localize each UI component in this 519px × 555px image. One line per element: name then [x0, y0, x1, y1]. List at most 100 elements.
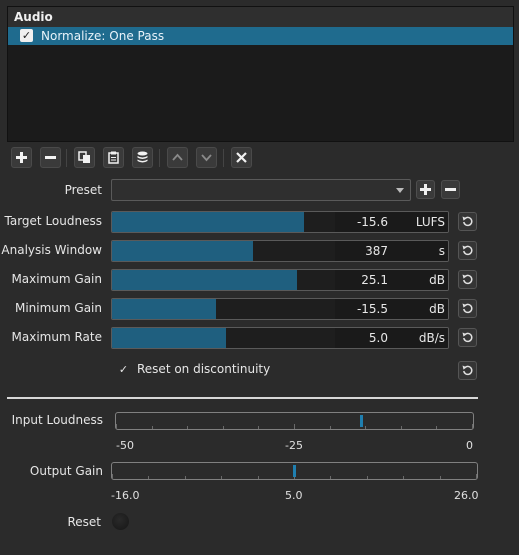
minus-icon [442, 184, 459, 195]
meter-tick [185, 476, 186, 479]
move-down-button[interactable] [196, 147, 217, 168]
meter-tick-label: -16.0 [111, 489, 140, 502]
preset-combobox[interactable] [111, 179, 411, 201]
add-filter-button[interactable] [11, 147, 32, 168]
meter-tick [365, 426, 366, 429]
panel-title: Audio [8, 7, 513, 27]
output-gain-meter [111, 462, 478, 480]
param-slider[interactable]: -15.5 dB [111, 298, 449, 320]
param-reset-button[interactable] [458, 299, 477, 318]
save-preset-button[interactable] [132, 147, 153, 168]
param-label: Minimum Gain [14, 301, 102, 315]
param-slider[interactable]: 387 s [111, 240, 449, 262]
param-slider[interactable]: -15.6 LUFS [111, 211, 449, 233]
param-reset-button[interactable] [458, 212, 477, 231]
reset-indicator-led [112, 513, 129, 530]
paste-icon [104, 151, 123, 164]
undo-icon [459, 274, 476, 285]
meter-marker [360, 415, 363, 427]
slider-unit: dB/s [418, 331, 445, 345]
close-filter-button[interactable] [231, 147, 252, 168]
meter-tick [436, 426, 437, 429]
paste-filters-button[interactable] [103, 147, 124, 168]
meter-tick [403, 476, 404, 479]
slider-unit: s [438, 244, 445, 258]
toolbar-separator [159, 149, 160, 167]
slider-value: 387 [365, 244, 388, 258]
param-label: Maximum Rate [11, 330, 102, 344]
param-slider[interactable]: 5.0 dB/s [111, 327, 449, 349]
meter-tick [187, 426, 188, 429]
copy-filters-button[interactable] [74, 147, 95, 168]
meter-tick [221, 476, 222, 479]
param-reset-button[interactable] [458, 241, 477, 260]
slider-value: 5.0 [368, 331, 388, 345]
input-loudness-meter [115, 412, 474, 430]
meter-tick [258, 426, 259, 429]
move-up-button[interactable] [167, 147, 188, 168]
slider-unit: LUFS [415, 215, 445, 229]
meter-tick-label: 26.0 [454, 489, 479, 502]
plus-icon [417, 184, 434, 195]
undo-icon [459, 303, 476, 314]
meter-tick [223, 426, 224, 429]
toolbar-separator [223, 149, 224, 167]
param-reset-button[interactable] [458, 270, 477, 289]
meter-tick [258, 476, 259, 479]
slider-value: -15.6 [356, 215, 388, 229]
delete-preset-button[interactable] [441, 180, 460, 199]
close-icon [232, 151, 251, 164]
param-label: Analysis Window [1, 243, 102, 257]
param-label: Target Loudness [4, 214, 102, 228]
section-divider [7, 397, 478, 399]
filter-item-label: Normalize: One Pass [41, 29, 165, 43]
undo-icon [459, 245, 476, 256]
undo-icon [459, 332, 476, 343]
meter-tick-label: -50 [116, 439, 134, 452]
meter-marker [293, 465, 296, 477]
meter-tick [367, 476, 368, 479]
undo-icon [459, 216, 476, 227]
meter-tick [330, 476, 331, 479]
minus-icon [41, 151, 60, 164]
undo-icon [459, 365, 476, 376]
meter-tick [472, 424, 473, 429]
slider-value: -15.5 [356, 302, 388, 316]
slider-value: 25.1 [361, 273, 388, 287]
meter-tick [148, 476, 149, 479]
toolbar-separator [66, 149, 67, 167]
copy-icon [75, 151, 94, 164]
reset-label: Reset [67, 515, 101, 529]
meter-tick-label: 0 [466, 439, 473, 452]
chevron-down-icon [396, 188, 404, 193]
slider-unit: dB [429, 273, 445, 287]
meter-tick-label: 5.0 [285, 489, 303, 502]
param-reset-button[interactable] [458, 328, 477, 347]
chevron-down-icon [197, 151, 216, 164]
filter-list-item[interactable]: ✓ Normalize: One Pass [8, 27, 513, 45]
output-gain-label: Output Gain [29, 464, 103, 478]
param-label: Maximum Gain [11, 272, 102, 286]
reset-on-discontinuity-reset-button[interactable] [458, 361, 477, 380]
meter-tick-label: -25 [285, 439, 303, 452]
reset-on-discontinuity-checkbox[interactable]: ✓ [117, 363, 130, 376]
meter-tick [112, 474, 113, 479]
chevron-up-icon [168, 151, 187, 164]
param-slider[interactable]: 25.1 dB [111, 269, 449, 291]
preset-label: Preset [64, 183, 102, 197]
meter-tick [401, 426, 402, 429]
slider-unit: dB [429, 302, 445, 316]
reset-on-discontinuity-label: Reset on discontinuity [137, 362, 271, 376]
meter-tick [294, 424, 295, 429]
add-preset-button[interactable] [416, 180, 435, 199]
filter-list-panel: Audio ✓ Normalize: One Pass [7, 6, 514, 142]
meter-tick [440, 476, 441, 479]
meter-tick [152, 426, 153, 429]
meter-tick [116, 424, 117, 429]
meter-tick [476, 474, 477, 479]
filter-enabled-checkbox[interactable]: ✓ [20, 29, 33, 42]
meter-tick [330, 426, 331, 429]
plus-icon [12, 151, 31, 164]
stack-icon [133, 151, 152, 164]
remove-filter-button[interactable] [40, 147, 61, 168]
